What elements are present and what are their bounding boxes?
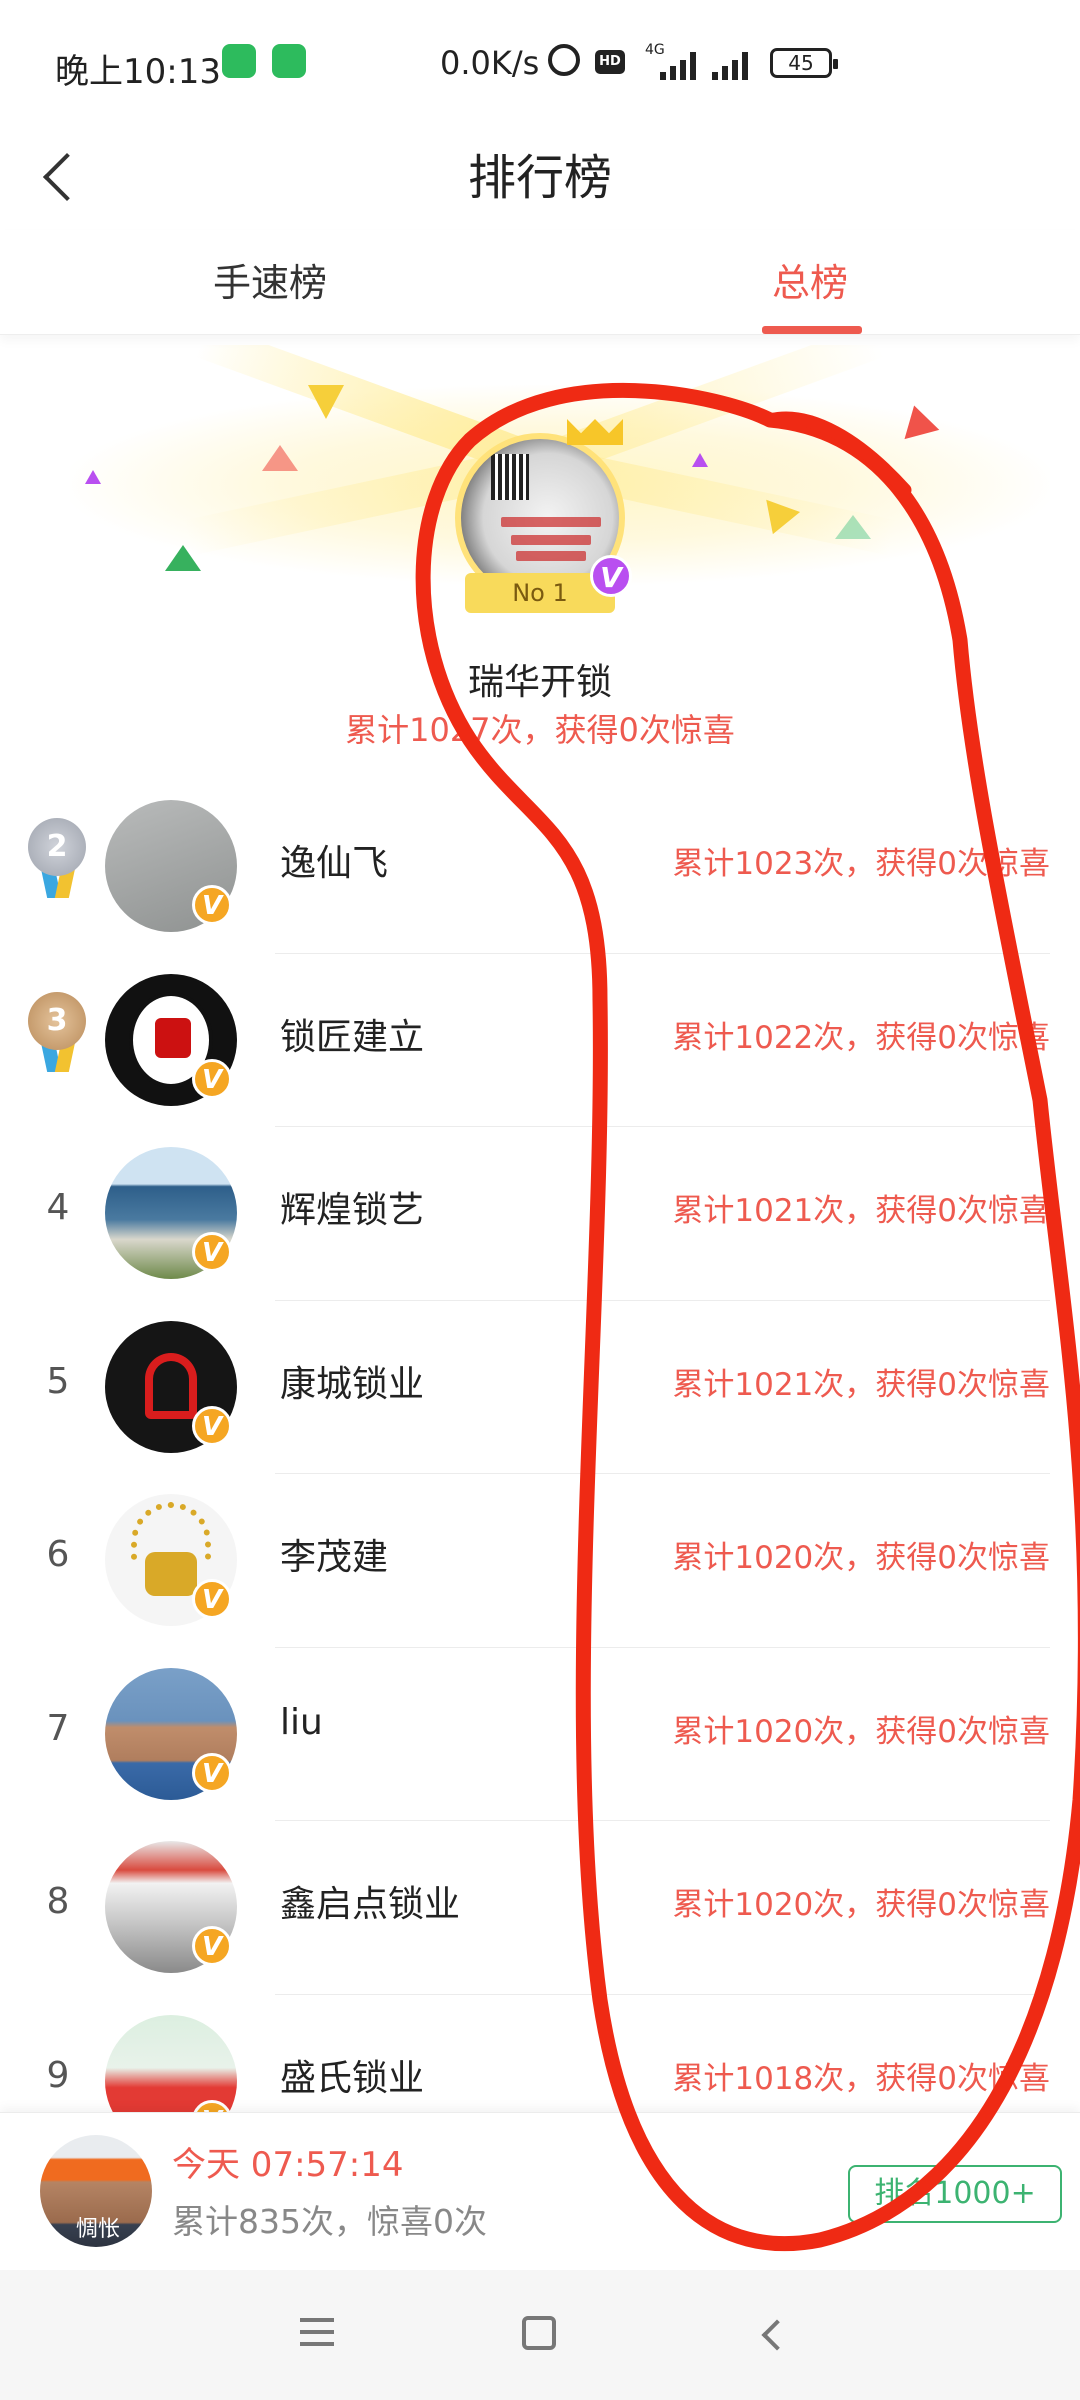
user-name: 辉煌锁艺	[280, 1190, 425, 1231]
user-stats: 累计1023次，获得0次惊喜	[672, 846, 1050, 882]
verified-badge-icon: V	[192, 1926, 232, 1966]
user-stats: 累计1022次，获得0次惊喜	[672, 1019, 1050, 1056]
ranking-list: 2 V 逸仙飞 累计1023次，获得0次惊喜 3 V 锁匠建立 累计1022次，…	[0, 780, 1080, 2168]
ranking-row[interactable]: 6 V 李茂建 累计1020次，获得0次惊喜	[0, 1474, 1080, 1648]
ranking-row[interactable]: 7 V liu 累计1020次，获得0次惊喜	[0, 1648, 1080, 1822]
verified-badge-icon: V	[590, 555, 632, 597]
nav-back-icon[interactable]	[756, 2318, 786, 2348]
system-nav-bar	[0, 2270, 1080, 2400]
crown-icon	[567, 401, 623, 445]
my-stats: 累计835次，惊喜0次	[172, 2202, 487, 2241]
verified-badge-icon: V	[192, 1405, 232, 1446]
verified-badge-icon: V	[192, 1058, 232, 1099]
ranking-row[interactable]: 5 V 康城锁业 累计1021次，获得0次惊喜	[0, 1301, 1080, 1475]
rank-number: 4	[46, 1187, 70, 1228]
my-avatar[interactable]: 惆怅	[40, 2135, 152, 2247]
user-stats: 累计1021次，获得0次惊喜	[672, 1366, 1050, 1403]
bronze-medal-icon: 3	[28, 991, 88, 1074]
ranking-row[interactable]: 3 V 锁匠建立 累计1022次，获得0次惊喜	[0, 954, 1080, 1128]
rank-number: 8	[46, 1881, 70, 1922]
tab-bar: 手速榜 总榜	[0, 230, 1080, 335]
wechat-notification-icon	[272, 44, 306, 78]
top-rank-avatar-container[interactable]: No 1 V	[455, 433, 632, 613]
user-name: 逸仙飞	[280, 843, 389, 884]
rank-number: 9	[46, 2054, 70, 2096]
confetti	[165, 545, 201, 571]
home-icon[interactable]	[522, 2316, 556, 2350]
confetti	[85, 470, 101, 484]
user-stats: 累计1018次，获得0次惊喜	[672, 2060, 1050, 2097]
hd-icon: HD	[595, 50, 625, 74]
user-stats: 累计1020次，获得0次惊喜	[672, 1887, 1050, 1923]
rank-number: 6	[46, 1534, 70, 1575]
status-time: 晚上10:13	[55, 52, 221, 92]
qr-code-icon	[491, 454, 529, 500]
tab-overall-ranking[interactable]: 总榜	[700, 252, 920, 307]
app-notification-icon	[222, 44, 256, 78]
confetti	[692, 453, 708, 467]
verified-badge-icon: V	[192, 1579, 232, 1619]
confetti	[835, 515, 871, 539]
menu-icon[interactable]	[300, 2318, 334, 2348]
rank-number: 7	[46, 1707, 70, 1749]
confetti	[308, 385, 344, 419]
user-name: 李茂建	[280, 1537, 389, 1578]
user-name: 锁匠建立	[280, 1016, 425, 1058]
user-name: 盛氏锁业	[280, 2057, 425, 2099]
verified-badge-icon: V	[192, 1232, 232, 1272]
header: 排行榜	[0, 120, 1080, 230]
rank-number: 5	[46, 1360, 70, 1402]
alarm-icon	[548, 44, 580, 76]
ranking-row[interactable]: 4 V 辉煌锁艺 累计1021次，获得0次惊喜	[0, 1127, 1080, 1301]
my-rank-button[interactable]: 排名1000+	[848, 2165, 1062, 2223]
my-avatar-text: 惆怅	[76, 2217, 121, 2242]
verified-badge-icon: V	[192, 1752, 232, 1793]
user-name: liu	[280, 1701, 323, 1743]
page-title: 排行榜	[467, 150, 612, 206]
signal-icon	[660, 50, 704, 80]
battery-icon: 45	[770, 48, 838, 78]
active-tab-indicator	[762, 326, 862, 334]
user-stats: 累计1021次，获得0次惊喜	[672, 1193, 1050, 1229]
top-rank-banner: No 1 V 瑞华开锁 累计1027次，获得0次惊喜	[0, 345, 1080, 765]
top-rank-name: 瑞华开锁	[467, 662, 612, 703]
ranking-row[interactable]: 8 V 鑫启点锁业 累计1020次，获得0次惊喜	[0, 1821, 1080, 1995]
user-stats: 累计1020次，获得0次惊喜	[672, 1540, 1050, 1576]
user-stats: 累计1020次，获得0次惊喜	[672, 1713, 1050, 1750]
tab-speed-ranking[interactable]: 手速榜	[160, 252, 380, 307]
status-bar: 晚上10:13 0.0K/s HD 4G 45	[0, 0, 1080, 120]
ranking-row[interactable]: 2 V 逸仙飞 累计1023次，获得0次惊喜	[0, 780, 1080, 954]
user-name: 鑫启点锁业	[280, 1884, 461, 1925]
confetti	[262, 445, 298, 471]
verified-badge-icon: V	[192, 885, 232, 925]
my-last-time: 今天 07:57:14	[172, 2145, 404, 2185]
signal-icon-2	[712, 50, 756, 80]
silver-medal-icon: 2	[28, 818, 88, 900]
my-rank-bar: 惆怅 今天 07:57:14 累计835次，惊喜0次 排名1000+	[0, 2112, 1080, 2270]
top-rank-stats: 累计1027次，获得0次惊喜	[345, 711, 735, 749]
user-name: 康城锁业	[280, 1363, 425, 1405]
network-speed: 0.0K/s	[440, 44, 540, 82]
